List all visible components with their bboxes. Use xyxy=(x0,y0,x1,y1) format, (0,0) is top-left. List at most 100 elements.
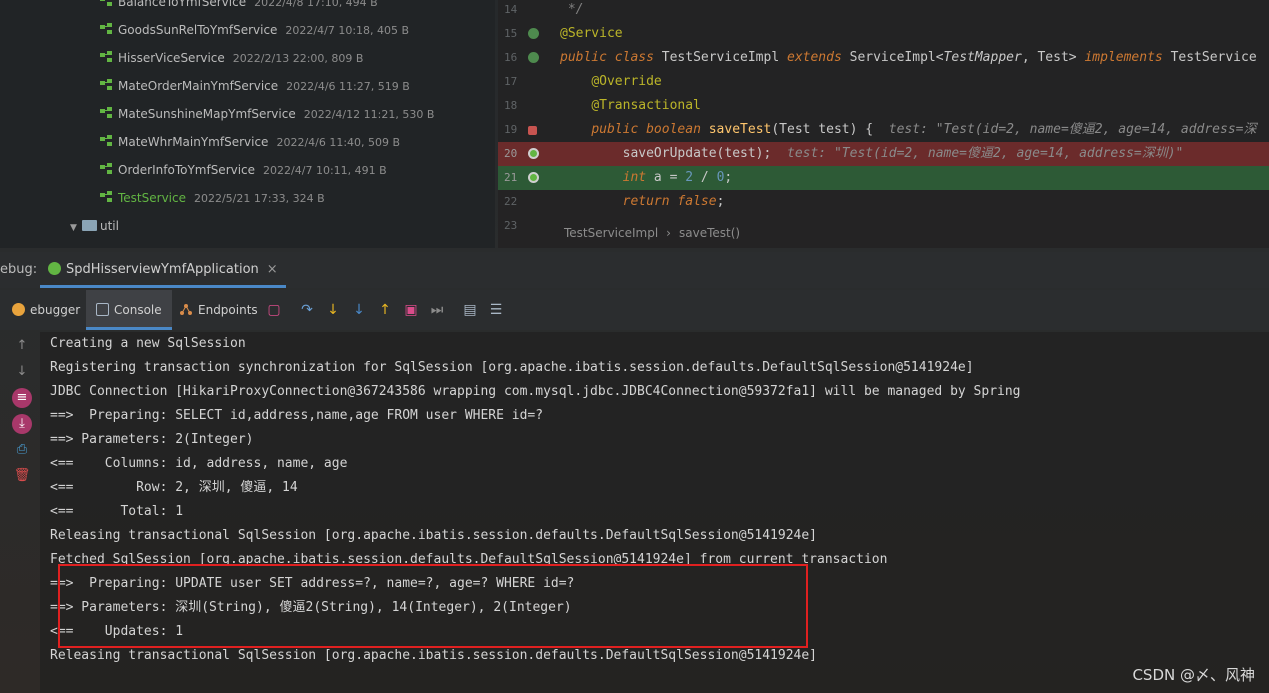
force-step-into-icon[interactable]: ↓ xyxy=(349,300,369,320)
console-icon xyxy=(96,303,109,316)
tree-folder-util[interactable]: ▼ util xyxy=(70,214,119,238)
console-line: <== Total: 1 xyxy=(50,504,184,519)
code-line-breakpoint: saveOrUpdate(test); test: "Test(id=2, na… xyxy=(556,142,1269,166)
gutter-line: 18 xyxy=(504,99,518,112)
tree-item-meta: 2022/4/6 11:27, 519 B xyxy=(286,80,410,93)
gutter-line: 16 xyxy=(498,46,556,70)
tab-endpoints[interactable]: Endpoints xyxy=(180,290,258,330)
code-line: */ xyxy=(567,2,584,17)
breakpoint-check-icon[interactable] xyxy=(528,172,539,183)
tree-item[interactable]: OrderInfoToYmfService 2022/4/7 10:11, 491… xyxy=(100,158,387,182)
scroll-up-icon[interactable]: ↑ xyxy=(12,336,32,356)
class-icon xyxy=(100,187,114,202)
tree-item[interactable]: BalanceToYmfService 2022/4/8 17:10, 494 B xyxy=(100,0,378,14)
console-line: ==> Parameters: 2(Integer) xyxy=(50,432,254,447)
code-line: public boolean saveTest(Test test) { tes… xyxy=(591,122,1257,137)
tree-item-name: MateOrderMainYmfService xyxy=(118,79,279,93)
editor-breadcrumb[interactable]: TestServiceImpl › saveTest() xyxy=(564,226,740,240)
tree-item-meta: 2022/2/13 22:00, 809 B xyxy=(232,52,364,65)
tree-item-meta: 2022/4/7 10:11, 491 B xyxy=(263,164,387,177)
tree-item[interactable]: MateSunshineMapYmfService 2022/4/12 11:21… xyxy=(100,102,434,126)
scroll-down-icon[interactable]: ↓ xyxy=(12,362,32,382)
scroll-to-end-icon[interactable]: ⤓ xyxy=(12,414,32,434)
console-line: ==> Parameters: 深圳(String), 傻逼2(String),… xyxy=(50,600,572,615)
class-icon xyxy=(100,103,114,118)
project-tree: BalanceToYmfService 2022/4/8 17:10, 494 B… xyxy=(0,0,495,248)
tree-item-meta: 2022/4/12 11:21, 530 B xyxy=(303,108,435,121)
folder-icon xyxy=(82,220,97,231)
tab-console-label: Console xyxy=(114,303,162,317)
drop-frame-icon[interactable]: ▣ xyxy=(401,300,421,320)
tree-item-name: BalanceToYmfService xyxy=(118,0,247,9)
trace-icon[interactable]: ☰ xyxy=(486,300,506,320)
tab-console[interactable]: Console xyxy=(86,290,172,330)
class-icon xyxy=(100,47,114,62)
clear-all-icon[interactable]: 🗑 xyxy=(12,466,32,486)
gutter-line: 17 xyxy=(504,75,518,88)
print-icon[interactable]: ⎙ xyxy=(12,440,32,460)
gutter-line: 23 xyxy=(504,219,518,232)
folder-name: util xyxy=(100,219,119,233)
console-line: Releasing transactional SqlSession [org.… xyxy=(50,648,818,663)
override-icon[interactable] xyxy=(528,126,537,135)
gutter-line: 15 xyxy=(498,22,556,46)
console-line: ==> Preparing: UPDATE user SET address=?… xyxy=(50,576,575,591)
layout-icon[interactable]: ▢ xyxy=(264,300,284,320)
breadcrumb-class[interactable]: TestServiceImpl xyxy=(564,226,658,240)
console-line: Fetched SqlSession [org.apache.ibatis.se… xyxy=(50,552,888,567)
run-config-tab[interactable]: SpdHisserviewYmfApplication × xyxy=(40,252,286,288)
code-line: @Transactional xyxy=(591,98,701,113)
console-output[interactable]: Creating a new SqlSession Registering tr… xyxy=(40,332,1269,693)
tree-item-name: HisserViceService xyxy=(118,51,225,65)
evaluate-expression-icon[interactable]: ▤ xyxy=(460,300,480,320)
tree-item[interactable]: GoodsSunRelToYmfService 2022/4/7 10:18, 4… xyxy=(100,18,409,42)
code-editor[interactable]: 14 15 16 17 18 19 20 21 22 23 */ @Servic… xyxy=(498,0,1269,248)
code-line: @Override xyxy=(591,74,662,89)
step-into-icon[interactable]: ↓ xyxy=(323,300,343,320)
breadcrumb-method[interactable]: saveTest() xyxy=(679,226,740,240)
run-to-cursor-icon[interactable]: ⏭ xyxy=(427,300,447,320)
endpoints-icon xyxy=(180,292,193,315)
debug-label: ebug: xyxy=(0,262,38,277)
code-line: @Service xyxy=(560,26,623,41)
code-line: return false; xyxy=(622,194,725,209)
gutter-line: 22 xyxy=(504,195,518,208)
tab-debugger[interactable]: ebugger xyxy=(12,290,88,330)
tree-item-name: MateSunshineMapYmfService xyxy=(118,107,296,121)
tree-item[interactable]: MateOrderMainYmfService 2022/4/6 11:27, 5… xyxy=(100,74,410,98)
code-line: public class TestServiceImpl extends Ser… xyxy=(560,50,1257,65)
spring-bean-icon[interactable] xyxy=(528,52,539,63)
step-out-icon[interactable]: ↑ xyxy=(375,300,395,320)
tree-item-meta: 2022/4/8 17:10, 494 B xyxy=(254,0,378,9)
console-line: Releasing transactional SqlSession [org.… xyxy=(50,528,818,543)
debug-tab-bar: ebug: SpdHisserviewYmfApplication × xyxy=(0,252,1269,288)
tree-item-name: GoodsSunRelToYmfService xyxy=(118,23,278,37)
console-line: ==> Preparing: SELECT id,address,name,ag… xyxy=(50,408,544,423)
tree-item-name: OrderInfoToYmfService xyxy=(118,163,256,177)
soft-wrap-icon[interactable]: ≡ xyxy=(12,388,32,408)
console-line: <== Columns: id, address, name, age xyxy=(50,456,348,471)
breakpoint-check-icon[interactable] xyxy=(528,148,539,159)
gutter-line-breakpoint: 20 xyxy=(498,142,556,166)
tree-item[interactable]: HisserViceService 2022/2/13 22:00, 809 B xyxy=(100,46,363,70)
console-line: JDBC Connection [HikariProxyConnection@3… xyxy=(50,384,1021,399)
spring-boot-icon xyxy=(48,262,61,275)
close-tab-icon[interactable]: × xyxy=(267,262,278,277)
class-icon xyxy=(100,131,114,146)
class-icon xyxy=(100,75,114,90)
gutter-line: 14 xyxy=(504,3,518,16)
expand-arrow-icon[interactable]: ▼ xyxy=(70,216,82,240)
code-line-current: int a = 2 / 0; xyxy=(556,166,1269,190)
class-icon xyxy=(100,19,114,34)
spring-bean-icon[interactable] xyxy=(528,28,539,39)
tree-item-meta: 2022/4/6 11:40, 509 B xyxy=(276,136,401,149)
tree-item-name: TestService xyxy=(118,191,186,205)
tree-item-selected[interactable]: TestService 2022/5/21 17:33, 324 B xyxy=(100,186,325,210)
debug-toolbar: ebugger Console Endpoints ▢ ↷ ↓ ↓ ↑ ▣ ⏭ … xyxy=(0,290,1269,330)
run-config-name: SpdHisserviewYmfApplication xyxy=(66,262,259,277)
tree-item[interactable]: MateWhrMainYmfService 2022/4/6 11:40, 509… xyxy=(100,130,400,154)
tree-item-meta: 2022/4/7 10:18, 405 B xyxy=(285,24,410,37)
tree-item-meta: 2022/5/21 17:33, 324 B xyxy=(193,192,325,205)
step-over-icon[interactable]: ↷ xyxy=(297,300,317,320)
console-line: <== Row: 2, 深圳, 傻逼, 14 xyxy=(50,480,298,495)
